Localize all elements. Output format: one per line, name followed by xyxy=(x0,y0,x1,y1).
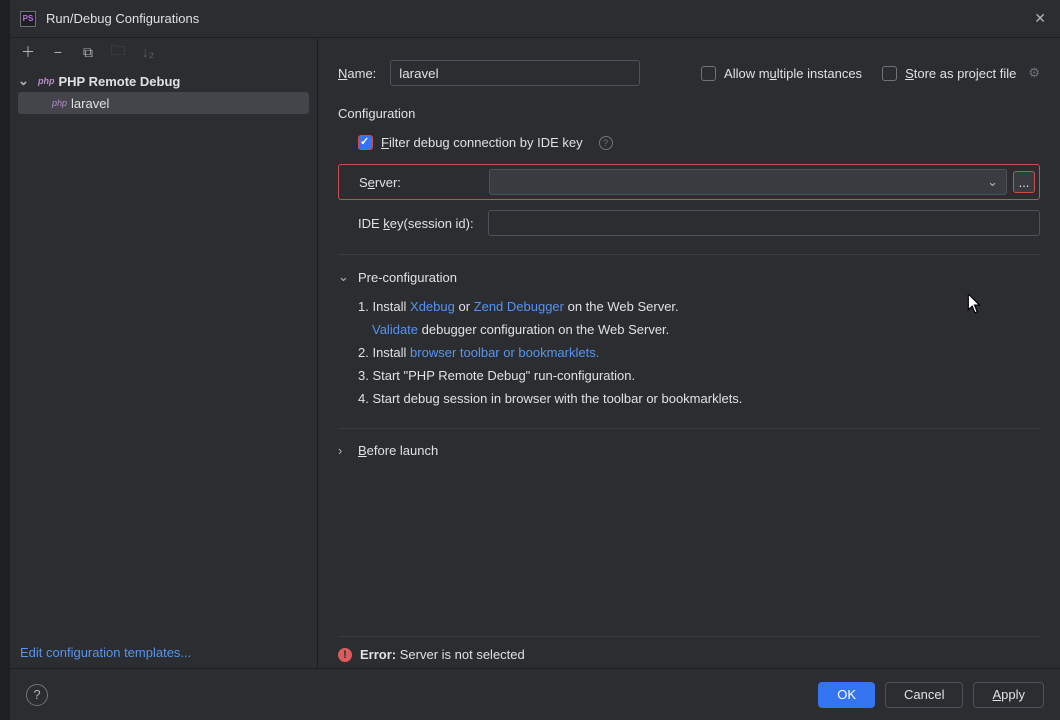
tree-parent-label: PHP Remote Debug xyxy=(59,74,181,89)
preconfiguration-section[interactable]: ⌄ Pre-configuration xyxy=(338,269,1040,285)
step-1: 1. Install Xdebug or Zend Debugger on th… xyxy=(358,295,1040,318)
divider xyxy=(338,254,1040,255)
filter-checkbox[interactable] xyxy=(358,135,373,150)
main-panel: Name: Allow multiple instances Store as … xyxy=(318,38,1060,668)
sidebar-toolbar: ＋ − ⧉ 🗀 ↓₂ xyxy=(10,38,317,66)
server-browse-button[interactable]: ... xyxy=(1013,171,1035,193)
checkbox-icon xyxy=(701,66,716,81)
store-project-label: Store as project file xyxy=(905,66,1016,81)
before-launch-title: Before launch xyxy=(358,443,438,458)
error-icon: ! xyxy=(338,648,352,662)
tree-node-php-remote-debug[interactable]: ⌄ php PHP Remote Debug xyxy=(18,70,309,92)
editor-gutter xyxy=(0,0,10,720)
checkbox-icon xyxy=(882,66,897,81)
copy-icon[interactable]: ⧉ xyxy=(80,44,96,61)
titlebar: PS Run/Debug Configurations ✕ xyxy=(10,0,1060,38)
before-launch-section[interactable]: › Before launch xyxy=(338,443,1040,458)
name-label: Name: xyxy=(338,66,376,81)
help-button[interactable]: ? xyxy=(26,684,48,706)
error-label: Error: xyxy=(360,647,396,662)
phpstorm-icon: PS xyxy=(20,11,36,27)
gear-icon[interactable]: ⚙ xyxy=(1028,65,1040,81)
chevron-down-icon: ⌄ xyxy=(18,73,38,89)
allow-multiple-checkbox[interactable]: Allow multiple instances xyxy=(701,66,862,81)
step-3: 3. Start "PHP Remote Debug" run-configur… xyxy=(358,364,1040,387)
php-config-icon: php xyxy=(38,76,55,86)
sidebar: ＋ − ⧉ 🗀 ↓₂ ⌄ php PHP Remote Debug php la… xyxy=(10,38,318,668)
step-1-sub: Validate debugger configuration on the W… xyxy=(358,318,1040,341)
server-label: Server: xyxy=(359,175,489,190)
name-input[interactable] xyxy=(390,60,640,86)
store-project-checkbox[interactable]: Store as project file ⚙ xyxy=(882,65,1040,81)
error-bar: ! Error: Server is not selected xyxy=(338,636,1040,662)
allow-multiple-label: Allow multiple instances xyxy=(724,66,862,81)
xdebug-link[interactable]: Xdebug xyxy=(410,299,455,314)
apply-button[interactable]: Apply xyxy=(973,682,1044,708)
server-browse-label: ... xyxy=(1019,175,1030,190)
bottom-bar: ? OK Cancel Apply xyxy=(10,668,1060,720)
remove-icon[interactable]: − xyxy=(50,44,66,60)
cancel-button[interactable]: Cancel xyxy=(885,682,963,708)
preconfiguration-title: Pre-configuration xyxy=(358,270,457,285)
window-title: Run/Debug Configurations xyxy=(46,11,1030,26)
preconfiguration-steps: 1. Install Xdebug or Zend Debugger on th… xyxy=(338,295,1040,410)
chevron-right-icon: › xyxy=(338,443,352,458)
chevron-down-icon: ⌄ xyxy=(987,174,998,190)
zend-debugger-link[interactable]: Zend Debugger xyxy=(474,299,564,314)
browser-toolbar-link[interactable]: browser toolbar or bookmarklets. xyxy=(410,345,599,360)
step-4: 4. Start debug session in browser with t… xyxy=(358,387,1040,410)
server-dropdown[interactable]: ⌄ xyxy=(489,169,1007,195)
sort-icon[interactable]: ↓₂ xyxy=(140,44,156,60)
ide-key-label: IDE key(session id): xyxy=(358,216,488,231)
error-message: Server is not selected xyxy=(396,647,525,662)
tree-node-laravel[interactable]: php laravel xyxy=(18,92,309,114)
config-tree: ⌄ php PHP Remote Debug php laravel xyxy=(10,66,317,637)
tree-child-label: laravel xyxy=(71,96,109,111)
chevron-down-icon: ⌄ xyxy=(338,269,352,285)
ok-button[interactable]: OK xyxy=(818,682,875,708)
ide-key-input[interactable] xyxy=(488,210,1040,236)
configuration-section-title: Configuration xyxy=(338,106,1040,121)
validate-link[interactable]: Validate xyxy=(372,322,418,337)
sidebar-footer: Edit configuration templates... xyxy=(10,637,317,668)
divider xyxy=(338,428,1040,429)
php-config-icon: php xyxy=(52,98,67,108)
folder-icon[interactable]: 🗀 xyxy=(110,40,126,64)
filter-label: Filter debug connection by IDE key xyxy=(381,135,583,150)
add-icon[interactable]: ＋ xyxy=(20,42,36,62)
step-2: 2. Install browser toolbar or bookmarkle… xyxy=(358,341,1040,364)
edit-templates-link[interactable]: Edit configuration templates... xyxy=(20,645,191,660)
close-icon[interactable]: ✕ xyxy=(1030,10,1050,27)
help-icon[interactable]: ? xyxy=(599,136,613,150)
